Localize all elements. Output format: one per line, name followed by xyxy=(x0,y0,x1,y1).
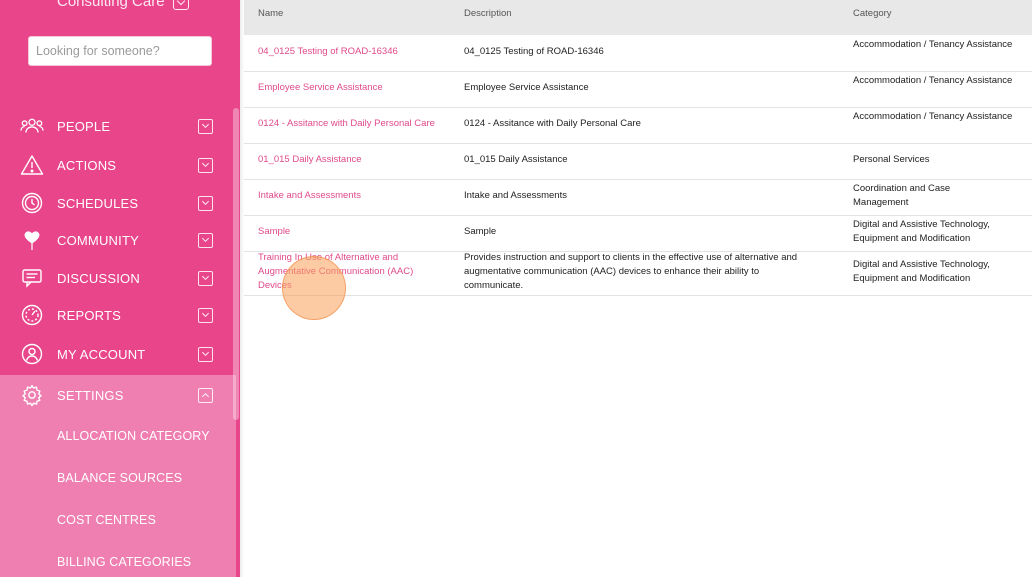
sidebar-item-label: PEOPLE xyxy=(57,118,111,134)
sidebar-item-label: DISCUSSION xyxy=(57,270,140,286)
sidebar-item-community[interactable]: COMMUNITY xyxy=(0,221,233,259)
row-category: Accommodation / Tenancy Assistance xyxy=(853,111,1013,122)
row-description: 04_0125 Testing of ROAD-16346 xyxy=(464,46,604,57)
brand-name: Consulting Care xyxy=(57,0,165,10)
row-category: Digital and Assistive Technology, Equipm… xyxy=(853,259,990,284)
balloon-icon xyxy=(20,228,44,252)
row-description: 0124 - Assitance with Daily Personal Car… xyxy=(464,118,641,129)
chevron-down-icon[interactable] xyxy=(198,157,213,173)
sidebar-item-actions[interactable]: ACTIONS xyxy=(0,146,233,184)
column-header-category[interactable]: Category xyxy=(853,8,892,19)
table-row[interactable]: Intake and Assessments Intake and Assess… xyxy=(244,180,1032,216)
chevron-down-icon[interactable] xyxy=(198,195,213,211)
chevron-down-icon[interactable] xyxy=(198,346,213,362)
search-box xyxy=(28,36,212,66)
row-description: Employee Service Assistance xyxy=(464,82,589,93)
row-name-link[interactable]: 0124 - Assitance with Daily Personal Car… xyxy=(258,117,458,131)
row-description: 01_015 Daily Assistance xyxy=(464,154,568,165)
row-name-link[interactable]: Sample xyxy=(258,225,453,239)
row-description: Sample xyxy=(464,226,497,237)
sidebar-item-label: ACTIONS xyxy=(57,157,117,173)
search-input[interactable] xyxy=(36,44,204,58)
chevron-down-icon[interactable] xyxy=(198,307,213,323)
table-row[interactable]: Sample Sample Digital and Assistive Tech… xyxy=(244,216,1032,252)
brand-switcher[interactable]: Consulting Care xyxy=(57,0,189,10)
chevron-down-icon[interactable] xyxy=(198,270,213,286)
row-name-link[interactable]: 01_015 Daily Assistance xyxy=(258,153,453,167)
column-header-description[interactable]: Description xyxy=(464,8,512,19)
chevron-up-icon[interactable] xyxy=(198,387,213,403)
sidebar-item-label: MY ACCOUNT xyxy=(57,346,146,362)
settings-item-balance-sources[interactable]: BALANCE SOURCES xyxy=(57,471,182,485)
sidebar: Consulting Care PEOPLE xyxy=(0,0,240,577)
settings-item-billing-categories[interactable]: BILLING CATEGORIES xyxy=(57,555,191,569)
row-category: Personal Services xyxy=(853,154,930,165)
sidebar-item-schedules[interactable]: SCHEDULES xyxy=(0,184,233,222)
row-category: Digital and Assistive Technology, Equipm… xyxy=(853,219,990,244)
settings-item-cost-centres[interactable]: COST CENTRES xyxy=(57,513,156,527)
sidebar-item-settings[interactable]: SETTINGS xyxy=(0,376,233,414)
warning-icon xyxy=(20,153,44,177)
sidebar-item-label: SETTINGS xyxy=(57,387,124,403)
chevron-down-icon[interactable] xyxy=(172,0,189,10)
row-description: Intake and Assessments xyxy=(464,190,567,201)
row-category: Accommodation / Tenancy Assistance xyxy=(853,39,1013,50)
sidebar-item-people[interactable]: PEOPLE xyxy=(0,107,233,145)
app: Consulting Care PEOPLE xyxy=(0,0,1032,577)
row-name-link[interactable]: Intake and Assessments xyxy=(258,189,453,203)
row-description: Provides instruction and support to clie… xyxy=(464,252,798,291)
chevron-down-icon[interactable] xyxy=(198,232,213,248)
settings-section: SETTINGS ALLOCATION CATEGORY BALANCE SOU… xyxy=(0,375,236,577)
sidebar-item-discussion[interactable]: DISCUSSION xyxy=(0,259,233,297)
table-row[interactable]: 0124 - Assitance with Daily Personal Car… xyxy=(244,108,1032,144)
table-row[interactable]: 04_0125 Testing of ROAD-16346 04_0125 Te… xyxy=(244,35,1032,72)
gear-icon xyxy=(20,383,44,407)
row-category: Accommodation / Tenancy Assistance xyxy=(853,75,1013,86)
table-row[interactable]: 01_015 Daily Assistance 01_015 Daily Ass… xyxy=(244,144,1032,180)
sidebar-item-label: REPORTS xyxy=(57,307,122,323)
table-row[interactable]: Training In Use of Alternative and Augme… xyxy=(244,252,1032,296)
gauge-icon xyxy=(20,303,44,327)
row-category: Coordination and Case Management xyxy=(853,183,951,208)
sidebar-item-reports[interactable]: REPORTS xyxy=(0,296,233,334)
column-header-name[interactable]: Name xyxy=(258,8,283,19)
sidebar-item-label: COMMUNITY xyxy=(57,232,139,248)
row-name-link[interactable]: 04_0125 Testing of ROAD-16346 xyxy=(258,45,453,59)
clock-icon xyxy=(20,191,44,215)
row-name-link[interactable]: Training In Use of Alternative and Augme… xyxy=(258,251,443,293)
chat-icon xyxy=(20,266,44,290)
settings-item-allocation-category[interactable]: ALLOCATION CATEGORY xyxy=(57,429,210,443)
table-row[interactable]: Employee Service Assistance Employee Ser… xyxy=(244,72,1032,108)
row-name-link[interactable]: Employee Service Assistance xyxy=(258,81,453,95)
chevron-down-icon[interactable] xyxy=(198,118,213,134)
sidebar-item-label: SCHEDULES xyxy=(57,195,139,211)
allocation-category-table: Name Description Category 04_0125 Testin… xyxy=(244,0,1032,577)
sidebar-scrollbar[interactable] xyxy=(233,108,239,420)
people-icon xyxy=(20,114,44,138)
user-icon xyxy=(20,342,44,366)
table-header: Name Description Category xyxy=(244,0,1032,35)
sidebar-item-my-account[interactable]: MY ACCOUNT xyxy=(0,335,233,373)
